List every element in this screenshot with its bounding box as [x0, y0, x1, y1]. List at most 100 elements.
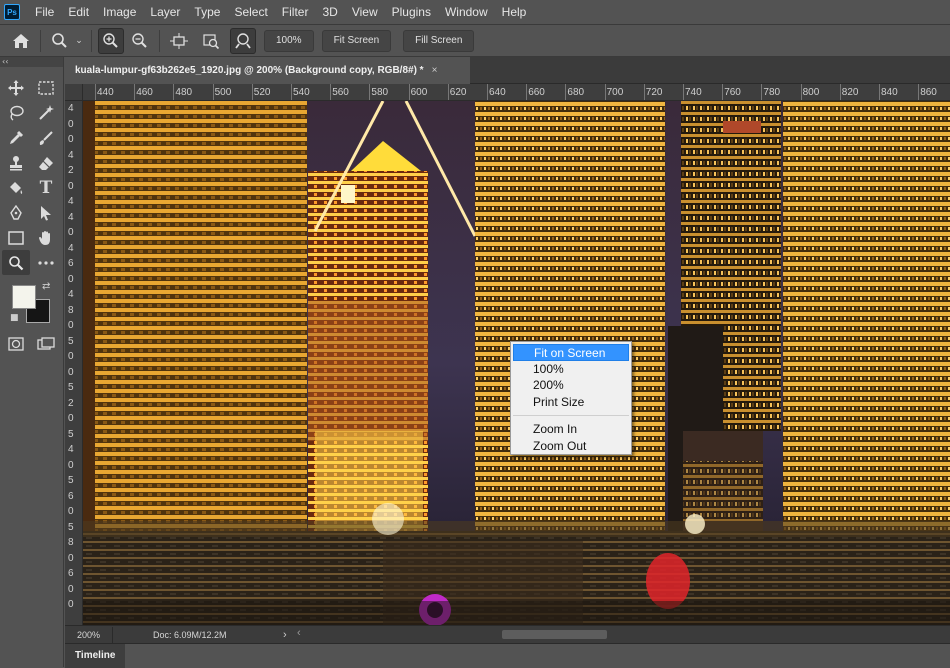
menu-image[interactable]: Image	[96, 0, 143, 24]
pen-tool-icon[interactable]	[2, 200, 30, 225]
scrubby-zoom-icon[interactable]	[230, 27, 256, 54]
stamp-tool-icon[interactable]	[2, 150, 30, 175]
timeline-tab[interactable]: Timeline	[65, 644, 126, 668]
ruler-label: 580	[371, 87, 389, 98]
menu-item-zoom-out[interactable]: Zoom Out	[513, 438, 629, 455]
hand-tool-icon[interactable]	[32, 225, 60, 250]
menu-file[interactable]: File	[28, 0, 61, 24]
menu-select[interactable]: Select	[227, 0, 274, 24]
rectangle-tool-icon[interactable]	[2, 225, 30, 250]
menu-window[interactable]: Window	[438, 0, 495, 24]
type-tool-icon[interactable]: T	[32, 175, 60, 200]
resize-windows-icon[interactable]	[166, 28, 192, 54]
ruler-label: 440	[97, 87, 114, 98]
zoom-100-button[interactable]: 100%	[264, 29, 314, 52]
menu-layer[interactable]: Layer	[143, 0, 187, 24]
ruler-digit: 6	[68, 490, 74, 502]
ruler-tick	[173, 84, 175, 100]
zoom-level-field[interactable]: 200%	[65, 626, 113, 643]
zoom-all-windows-icon[interactable]	[198, 28, 224, 54]
ruler-label: 700	[606, 87, 624, 98]
ruler-tick	[918, 84, 920, 100]
ruler-tick	[330, 84, 332, 100]
vertical-ruler[interactable]: 4 0 0 4 2 0 4 4 0 4 6 0 4 8 0 5 0 0 5 2 0 5 4 0 5 6 0 5 8 0 6 0 0	[65, 101, 83, 625]
horizontal-ruler[interactable]: 440 460 480 500 520 540 560 580 600 620 640 660 680 7…	[83, 84, 950, 101]
chevron-down-icon[interactable]: ⌄	[73, 28, 85, 54]
menu-plugins[interactable]: Plugins	[385, 0, 438, 24]
scrollbar-thumb[interactable]	[502, 630, 607, 639]
marquee-tool-icon[interactable]	[32, 75, 60, 100]
menu-item-200-percent[interactable]: 200%	[513, 377, 629, 394]
menu-type[interactable]: Type	[187, 0, 227, 24]
move-tool-icon[interactable]	[2, 75, 30, 100]
ruler-digit: 5	[68, 428, 74, 440]
ruler-digit: 0	[68, 599, 74, 610]
ruler-digit: 0	[68, 273, 74, 285]
ruler-digit: 4	[68, 289, 74, 300]
ruler-tick	[95, 84, 96, 100]
zoom-out-icon[interactable]	[127, 28, 153, 54]
magic-wand-icon[interactable]	[32, 100, 60, 125]
ruler-digit: 4	[68, 211, 74, 223]
eyedropper-icon[interactable]	[2, 125, 30, 150]
ruler-label: 660	[528, 87, 545, 98]
menu-item-100-percent[interactable]: 100%	[513, 361, 629, 378]
menu-edit[interactable]: Edit	[61, 0, 96, 24]
ruler-tick	[683, 84, 684, 100]
ruler-digit: 0	[68, 506, 74, 517]
ruler-tick	[604, 84, 606, 100]
menu-item-print-size[interactable]: Print Size	[513, 394, 629, 411]
eraser-tool-icon[interactable]	[32, 150, 60, 175]
swap-colors-icon[interactable]: ⇄	[42, 281, 50, 292]
ruler-tick	[487, 84, 488, 100]
photoshop-logo: Ps	[4, 4, 20, 20]
ruler-tick	[722, 84, 724, 100]
ruler-label: 620	[449, 87, 467, 98]
screen-mode-icon[interactable]	[32, 331, 60, 356]
horizontal-scrollbar[interactable]: ‹	[297, 627, 937, 640]
foreground-color-swatch[interactable]	[12, 285, 36, 309]
ruler-digit: 8	[68, 537, 74, 548]
zoom-in-icon[interactable]	[98, 27, 124, 54]
ruler-digit: 8	[68, 304, 74, 316]
fill-screen-button[interactable]: Fill Screen	[403, 29, 475, 52]
ruler-digit: 2	[68, 165, 74, 176]
menu-view[interactable]: View	[345, 0, 385, 24]
menu-bar: Ps File Edit Image Layer Type Select Fil…	[0, 0, 950, 24]
path-selection-icon[interactable]	[32, 200, 60, 225]
collapse-panel-icon[interactable]: ‹‹	[0, 57, 63, 67]
ruler-label: 840	[881, 87, 898, 98]
ruler-digit: 0	[68, 134, 74, 145]
close-icon[interactable]: ×	[432, 65, 438, 76]
ruler-tick	[212, 84, 214, 100]
menu-filter[interactable]: Filter	[275, 0, 316, 24]
ruler-digit: 6	[68, 568, 74, 579]
document-tab[interactable]: kuala-lumpur-gf63b262e5_1920.jpg @ 200% …	[65, 57, 470, 84]
ruler-label: 560	[332, 87, 349, 98]
ruler-digit: 4	[68, 103, 74, 114]
default-colors-icon[interactable]: ■	[10, 313, 19, 323]
ruler-digit: 0	[68, 583, 74, 595]
quick-mask-icon[interactable]	[2, 331, 30, 356]
paint-bucket-icon[interactable]	[2, 175, 30, 200]
menu-item-zoom-in[interactable]: Zoom In	[513, 421, 629, 438]
more-tools-icon[interactable]	[32, 250, 60, 275]
zoom-tool-preset-icon[interactable]	[47, 28, 73, 54]
menu-3d[interactable]: 3D	[315, 0, 344, 24]
home-icon[interactable]	[8, 28, 34, 54]
scroll-left-icon[interactable]: ‹	[297, 627, 301, 639]
ruler-label: 820	[841, 87, 859, 98]
brush-tool-icon[interactable]	[32, 125, 60, 150]
lasso-tool-icon[interactable]	[2, 100, 30, 125]
menu-help[interactable]: Help	[495, 0, 534, 24]
menu-item-fit-on-screen[interactable]: Fit on Screen	[513, 344, 629, 361]
ruler-tick	[408, 84, 410, 100]
ruler-origin[interactable]	[65, 84, 83, 101]
ruler-digit: 0	[68, 351, 74, 362]
zoom-tool-icon[interactable]	[2, 250, 30, 275]
ruler-label: 800	[802, 87, 820, 98]
zoom-context-menu: Fit on Screen 100% 200% Print Size Zoom …	[510, 341, 632, 455]
fit-screen-button[interactable]: Fit Screen	[321, 29, 392, 52]
ruler-tick	[800, 84, 802, 100]
status-bar: 200% Doc: 6.09M/12.2M › ‹	[65, 625, 950, 643]
